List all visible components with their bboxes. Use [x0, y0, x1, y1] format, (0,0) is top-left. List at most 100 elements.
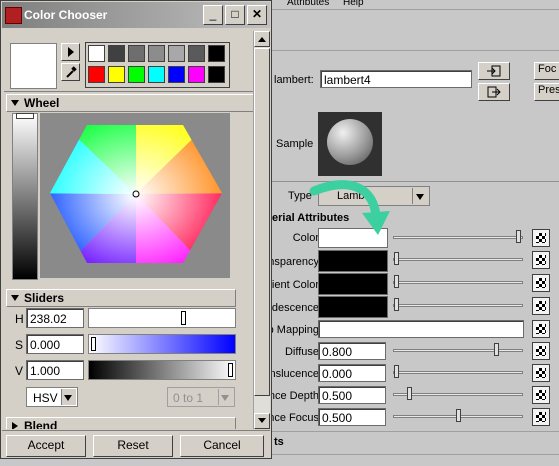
- eyedropper-icon: [65, 66, 77, 78]
- range-dropdown[interactable]: 0 to 1: [167, 387, 235, 407]
- presets-button[interactable]: Pres: [534, 83, 559, 101]
- palette-swatch[interactable]: [128, 66, 145, 83]
- map-button-bump[interactable]: [532, 320, 550, 338]
- color-slider-thumb[interactable]: [516, 230, 521, 243]
- attr-label-bump-mapping: Bump Mapping: [272, 324, 319, 336]
- wheel-header-text: Wheel: [24, 96, 60, 110]
- node-name-field[interactable]: lambert4: [320, 70, 472, 88]
- attr-label-incandescence: Incandescence: [272, 302, 319, 314]
- color-hexagon[interactable]: [40, 113, 230, 278]
- transparency-swatch[interactable]: [318, 250, 388, 272]
- wheel-section-header[interactable]: Wheel: [6, 94, 261, 112]
- diffuse-slider[interactable]: [393, 349, 523, 352]
- map-button-translucence-depth[interactable]: [532, 386, 550, 404]
- translucence-depth-slider[interactable]: [393, 393, 523, 396]
- value-slider[interactable]: [88, 360, 236, 380]
- sliders-header-text: Sliders: [24, 291, 65, 305]
- scroll-up-button[interactable]: [254, 31, 270, 47]
- menu-attributes[interactable]: Attributes: [287, 0, 329, 8]
- incandescence-swatch[interactable]: [318, 296, 388, 318]
- palette-swatch[interactable]: [148, 66, 165, 83]
- diffuse-slider-thumb[interactable]: [494, 343, 499, 356]
- palette-swatch[interactable]: [88, 66, 105, 83]
- translucence-slider-thumb[interactable]: [394, 365, 399, 378]
- palette-swatch[interactable]: [128, 45, 145, 62]
- ambient-color-swatch[interactable]: [318, 273, 388, 295]
- value-slider-thumb[interactable]: [228, 363, 233, 377]
- map-button-diffuse[interactable]: [532, 342, 550, 360]
- palette-swatch[interactable]: [208, 45, 225, 62]
- hue-field[interactable]: 238.02: [26, 308, 84, 328]
- cancel-button[interactable]: Cancel: [180, 435, 264, 457]
- window-title: Color Chooser: [24, 8, 108, 22]
- incandescence-slider-thumb[interactable]: [394, 298, 399, 311]
- footer-label: ts: [274, 436, 284, 448]
- chevron-down-icon: [412, 188, 428, 204]
- value-bar-marker[interactable]: [16, 113, 34, 119]
- translucence-field[interactable]: 0.000: [318, 364, 386, 382]
- translucence-slider[interactable]: [393, 371, 523, 374]
- translucence-depth-field[interactable]: 0.500: [318, 386, 386, 404]
- blend-header-text: Blend: [24, 419, 58, 429]
- focus-output-button[interactable]: [478, 83, 510, 101]
- color-slider[interactable]: [393, 236, 523, 239]
- palette-swatch[interactable]: [148, 45, 165, 62]
- palette-swatch[interactable]: [168, 66, 185, 83]
- translucence-focus-slider-thumb[interactable]: [456, 409, 461, 422]
- color-wheel-area[interactable]: [40, 113, 230, 278]
- material-sample-swatch: [318, 112, 382, 176]
- color-mode-value: HSV: [33, 391, 58, 405]
- maximize-button[interactable]: □: [225, 5, 245, 25]
- hue-slider-thumb[interactable]: [181, 311, 187, 325]
- map-button-color[interactable]: [532, 229, 550, 247]
- store-color-button[interactable]: [61, 43, 80, 61]
- palette-swatch[interactable]: [208, 66, 225, 83]
- palette-swatch[interactable]: [188, 45, 205, 62]
- attr-label-ambient-color: Ambient Color: [272, 279, 319, 291]
- saturation-field[interactable]: 0.000: [26, 334, 84, 354]
- transparency-slider[interactable]: [393, 258, 523, 261]
- input-arrow-icon: [487, 65, 501, 77]
- color-mode-dropdown[interactable]: HSV: [26, 387, 78, 407]
- map-button-translucence-focus[interactable]: [532, 408, 550, 426]
- palette-swatch[interactable]: [108, 66, 125, 83]
- close-button[interactable]: ✕: [247, 5, 267, 25]
- translucence-focus-field[interactable]: 0.500: [318, 408, 386, 426]
- title-bar[interactable]: Color Chooser _ □ ✕: [2, 2, 270, 28]
- scroll-down-button[interactable]: [254, 413, 270, 429]
- diffuse-field[interactable]: 0.800: [318, 342, 386, 360]
- palette-swatch[interactable]: [108, 45, 125, 62]
- eyedropper-button[interactable]: [61, 63, 80, 81]
- map-button-transparency[interactable]: [532, 251, 550, 269]
- vertical-scrollbar[interactable]: [253, 31, 270, 429]
- blend-section-header[interactable]: Blend: [6, 417, 236, 429]
- bump-mapping-field[interactable]: [318, 320, 524, 338]
- reset-button[interactable]: Reset: [93, 435, 173, 457]
- map-button-translucence[interactable]: [532, 364, 550, 382]
- focus-input-button[interactable]: [478, 62, 510, 80]
- ambient-color-slider-thumb[interactable]: [394, 275, 399, 288]
- scrollbar-thumb[interactable]: [254, 48, 270, 396]
- transparency-slider-thumb[interactable]: [394, 252, 399, 265]
- collapse-triangle-icon: [11, 295, 19, 301]
- focus-button[interactable]: Foc: [534, 62, 559, 80]
- accept-button[interactable]: Accept: [6, 435, 86, 457]
- incandescence-slider[interactable]: [393, 304, 523, 307]
- menu-help[interactable]: Help: [343, 0, 364, 8]
- map-button-ambient-color[interactable]: [532, 274, 550, 292]
- hue-slider[interactable]: [88, 308, 236, 328]
- map-button-incandescence[interactable]: [532, 297, 550, 315]
- sliders-section-header[interactable]: Sliders: [6, 289, 236, 307]
- value-field[interactable]: 1.000: [26, 360, 84, 380]
- minimize-button[interactable]: _: [203, 5, 223, 25]
- saturation-slider-thumb[interactable]: [91, 337, 96, 351]
- h-label: H: [15, 312, 24, 326]
- translucence-depth-slider-thumb[interactable]: [407, 387, 412, 400]
- value-gradient-bar[interactable]: [12, 113, 38, 280]
- saturation-slider[interactable]: [88, 334, 236, 354]
- palette-swatch[interactable]: [88, 45, 105, 62]
- palette-swatch[interactable]: [188, 66, 205, 83]
- chevron-down-icon: [218, 389, 233, 405]
- palette-swatch[interactable]: [168, 45, 185, 62]
- ambient-color-slider[interactable]: [393, 281, 523, 284]
